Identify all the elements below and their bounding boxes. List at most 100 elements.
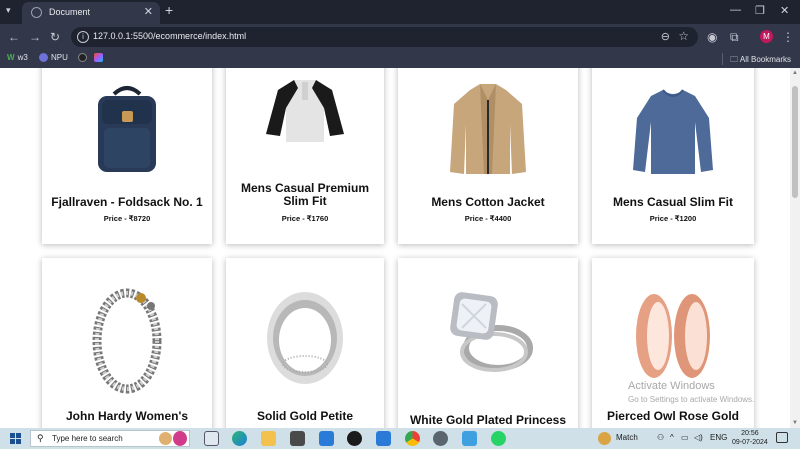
bookmark-separator — [722, 53, 723, 65]
product-name[interactable]: Pierced Owl Rose Gold — [600, 410, 746, 423]
mail-icon[interactable] — [319, 431, 334, 446]
tray-chevron-icon[interactable]: ^ — [670, 433, 674, 442]
bookmark-figma[interactable] — [94, 53, 103, 62]
vscode-icon[interactable] — [376, 431, 391, 446]
product-name[interactable]: Mens Casual Slim Fit — [600, 196, 746, 209]
scroll-up-icon[interactable]: ▲ — [792, 70, 798, 76]
bookmark-w3[interactable]: W w3 — [7, 53, 28, 62]
all-bookmarks-button[interactable]: 🗀 All Bookmarks — [730, 54, 791, 68]
menu-kebab-icon[interactable]: ⋮ — [782, 30, 794, 44]
settings-icon[interactable] — [433, 431, 448, 446]
edge-icon[interactable] — [232, 431, 247, 446]
back-icon[interactable]: ← — [8, 30, 20, 44]
product-card[interactable]: Solid Gold Petite — [226, 258, 384, 428]
language-indicator[interactable]: ENG — [710, 433, 727, 442]
store-icon[interactable] — [290, 431, 305, 446]
profile-avatar[interactable]: M — [760, 30, 773, 43]
folder-icon: 🗀 — [730, 55, 739, 64]
product-card[interactable]: Fjallraven - Foldsack No. 1 Price - ₹872… — [42, 68, 212, 244]
product-name[interactable]: Mens Casual Premium Slim Fit — [234, 182, 376, 208]
search-placeholder: Type here to search — [52, 434, 123, 443]
clock-date: 09-07-2024 — [732, 439, 768, 446]
new-tab-icon[interactable]: + — [165, 2, 173, 18]
npu-icon — [39, 53, 48, 62]
scroll-down-icon[interactable]: ▼ — [792, 420, 798, 426]
watermark-title: Activate Windows — [628, 380, 715, 392]
product-card[interactable]: Mens Casual Premium Slim Fit Price - ₹17… — [226, 68, 384, 244]
page-scrollbar[interactable]: ▲ ▼ — [790, 68, 800, 428]
chain-bracelet-icon — [92, 288, 162, 394]
weather-label[interactable]: Match — [616, 433, 638, 442]
zoom-icon[interactable]: ⊖ — [661, 30, 670, 43]
product-name[interactable]: John Hardy Women's — [50, 410, 204, 423]
search-highlight-icon — [159, 432, 172, 445]
taskbar-search-box[interactable]: ⚲ Type here to search — [30, 430, 190, 447]
page-viewport: Fjallraven - Foldsack No. 1 Price - ₹872… — [0, 68, 790, 428]
clock-time: 20:56 — [741, 430, 759, 437]
product-price: Price - ₹1760 — [281, 214, 329, 223]
product-card[interactable]: Mens Cotton Jacket Price - ₹4400 — [398, 68, 578, 244]
url-text[interactable]: 127.0.0.1:5500/ecommerce/index.html — [93, 31, 246, 41]
people-icon[interactable]: ⚇ — [657, 433, 664, 442]
bookmarks-bar: W w3 NPU 🗀 All Bookmarks — [0, 50, 800, 68]
reload-icon[interactable]: ↻ — [50, 30, 60, 44]
tab-title: Document — [49, 7, 91, 17]
bookmark-npu[interactable]: NPU — [39, 53, 68, 62]
taskbar-clock[interactable]: 20:56 09-07-2024 — [732, 429, 768, 447]
scrollbar-thumb[interactable] — [792, 86, 798, 198]
watermark-subtitle: Go to Settings to activate Windows. — [628, 395, 755, 404]
product-name[interactable]: White Gold Plated Princess — [406, 414, 570, 427]
close-tab-icon[interactable]: ✕ — [144, 5, 153, 18]
colorful-app-icon — [94, 53, 103, 62]
address-bar[interactable]: i 127.0.0.1:5500/ecommerce/index.html ⊖ … — [71, 27, 698, 47]
battery-icon[interactable]: ▭ — [681, 433, 689, 442]
silver-ring-icon — [267, 292, 343, 384]
site-info-icon[interactable]: i — [77, 31, 89, 43]
rose-gold-tunnels-icon — [636, 294, 710, 378]
search-icon: ⚲ — [37, 433, 44, 443]
activate-windows-watermark: Activate Windows Go to Settings to activ… — [628, 380, 754, 404]
bookmark-label: w3 — [17, 53, 28, 62]
forward-icon[interactable]: → — [29, 30, 41, 44]
github-desktop-icon[interactable] — [347, 431, 362, 446]
minimize-icon[interactable]: — — [730, 4, 741, 16]
task-view-icon[interactable] — [204, 431, 219, 446]
backpack-icon — [98, 86, 156, 172]
tab-favicon-icon — [31, 7, 42, 18]
product-name[interactable]: Mens Cotton Jacket — [406, 196, 570, 209]
product-card[interactable]: White Gold Plated Princess — [398, 258, 578, 428]
product-price: Price - ₹4400 — [464, 214, 512, 223]
extension-icon[interactable]: ◉ — [707, 30, 717, 44]
photos-icon[interactable] — [462, 431, 477, 446]
product-name[interactable]: Fjallraven - Foldsack No. 1 — [50, 196, 204, 209]
product-price: Price - ₹8720 — [103, 214, 151, 223]
product-name[interactable]: Solid Gold Petite — [234, 410, 376, 423]
raglan-tshirt-icon — [266, 80, 344, 142]
tab-search-icon[interactable]: ▾ — [6, 5, 11, 16]
whatsapp-icon[interactable] — [491, 431, 506, 446]
weather-icon[interactable] — [598, 432, 611, 445]
bookmark-label: NPU — [51, 53, 68, 62]
chrome-icon[interactable] — [405, 431, 420, 446]
w3-icon: W — [7, 53, 15, 62]
volume-icon[interactable]: ◁) — [694, 433, 703, 442]
search-highlight-icon — [173, 431, 187, 446]
all-bookmarks-label: All Bookmarks — [739, 55, 791, 64]
extensions-puzzle-icon[interactable]: ⧉ — [730, 30, 739, 45]
long-sleeve-shirt-icon — [633, 89, 713, 174]
browser-tab-strip: ▾ Document ✕ + — ❐ ✕ — [0, 0, 800, 24]
product-card[interactable]: Mens Casual Slim Fit Price - ₹1200 — [592, 68, 754, 244]
windows-taskbar: ⚲ Type here to search Match ⚇ ^ ▭ ◁) ENG… — [0, 428, 800, 449]
bookmark-star-icon[interactable]: ☆ — [678, 29, 689, 43]
github-icon — [78, 53, 87, 62]
windows-start-icon[interactable] — [10, 433, 21, 444]
close-window-icon[interactable]: ✕ — [780, 4, 789, 17]
browser-toolbar: ← → ↻ i 127.0.0.1:5500/ecommerce/index.h… — [0, 24, 800, 50]
tab-document[interactable]: Document ✕ — [22, 2, 160, 24]
notification-icon[interactable] — [776, 432, 788, 443]
product-card[interactable]: John Hardy Women's — [42, 258, 212, 428]
file-explorer-icon[interactable] — [261, 431, 276, 446]
bookmark-github[interactable] — [78, 53, 87, 62]
jacket-icon — [450, 84, 526, 174]
restore-icon[interactable]: ❐ — [755, 4, 765, 17]
